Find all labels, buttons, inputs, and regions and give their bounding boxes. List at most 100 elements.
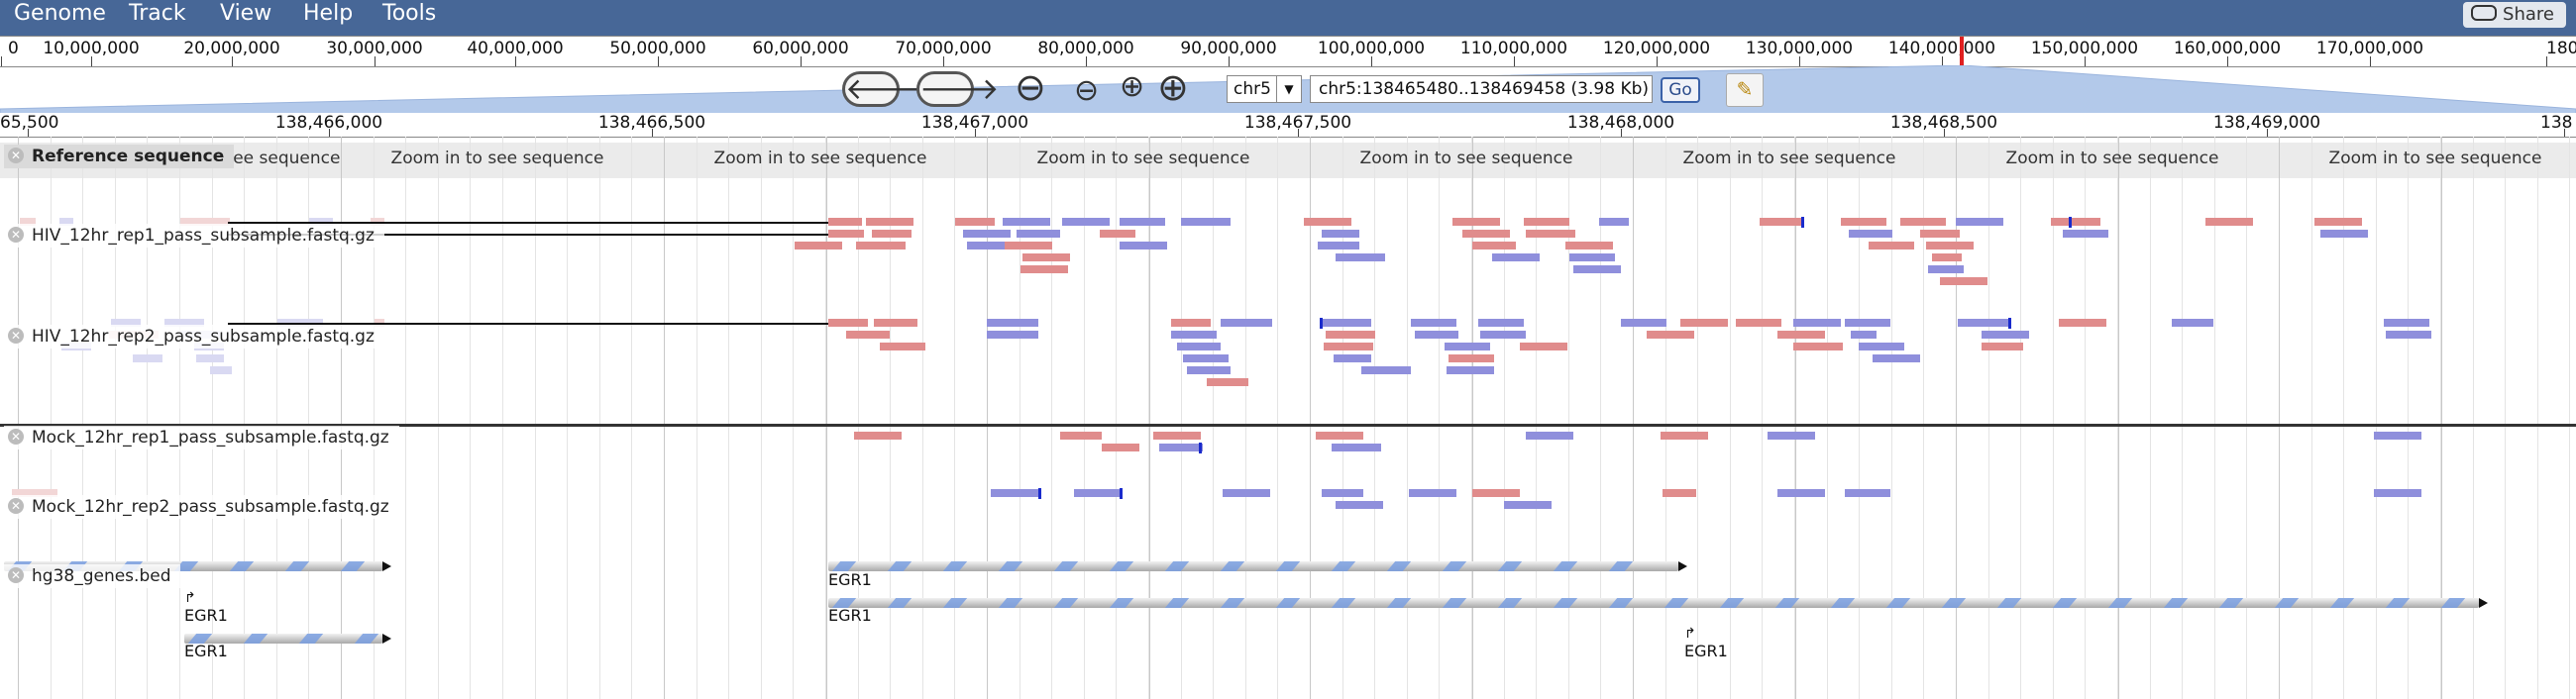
read-alignment[interactable]	[1869, 242, 1914, 250]
read-alignment[interactable]	[1332, 444, 1381, 451]
read-alignment[interactable]	[1793, 343, 1843, 350]
track-area[interactable]: Zoom in to see sequence Zoom in to see se…	[0, 137, 2576, 699]
menu-help[interactable]: Help	[303, 0, 353, 36]
read-alignment[interactable]	[1940, 277, 1987, 285]
track-label-mock-rep1[interactable]: ✕ Mock_12hr_rep1_pass_subsample.fastq.gz	[4, 426, 399, 449]
read-alignment[interactable]	[1415, 331, 1458, 339]
read-alignment[interactable]	[1322, 489, 1363, 497]
read-alignment[interactable]	[1020, 265, 1068, 273]
track-label-genes[interactable]: ✕ hg38_genes.bed	[4, 564, 181, 588]
read-alignment[interactable]	[1177, 343, 1221, 350]
close-icon[interactable]: ✕	[8, 148, 24, 163]
read-alignment[interactable]	[828, 230, 864, 238]
read-alignment[interactable]	[1736, 319, 1781, 327]
read-alignment[interactable]	[1573, 265, 1621, 273]
detail-ruler[interactable]: 65,500 138,466,000 138,466,500 138,467,000 1…	[0, 113, 2576, 138]
read-alignment[interactable]	[1452, 218, 1500, 226]
read-alignment[interactable]	[1520, 343, 1567, 350]
read-alignment[interactable]	[1492, 253, 1540, 261]
read-alignment[interactable]	[1480, 331, 1526, 339]
read-alignment[interactable]	[1324, 343, 1373, 350]
read-alignment[interactable]	[1851, 331, 1877, 339]
insertion-marker[interactable]	[1801, 217, 1804, 228]
read-alignment[interactable]	[1159, 444, 1203, 451]
overview-ruler[interactable]: 0 10,000,000 20,000,000 30,000,000 40,000,00…	[0, 36, 2576, 67]
read-alignment[interactable]	[1449, 354, 1494, 362]
read-alignment[interactable]	[1336, 253, 1385, 261]
read-alignment[interactable]	[1920, 230, 1960, 238]
read-alignment[interactable]	[1120, 218, 1165, 226]
read-alignment[interactable]	[2314, 218, 2362, 226]
read-alignment[interactable]	[1926, 242, 1974, 250]
read-alignment[interactable]	[1074, 489, 1122, 497]
read-alignment[interactable]	[987, 331, 1038, 339]
read-alignment[interactable]	[1849, 230, 1892, 238]
zoom-in-big-icon[interactable]: ⊕	[1157, 68, 1189, 106]
close-icon[interactable]: ✕	[8, 227, 24, 243]
overview-position-marker[interactable]	[1960, 37, 1964, 66]
insertion-marker[interactable]	[1199, 443, 1202, 453]
read-alignment[interactable]	[1221, 319, 1272, 327]
read-alignment[interactable]	[2384, 319, 2429, 327]
read-alignment[interactable]	[2374, 432, 2421, 440]
read-alignment[interactable]	[210, 366, 232, 374]
read-alignment[interactable]	[2320, 230, 2368, 238]
read-alignment[interactable]	[1932, 253, 1962, 261]
menu-track[interactable]: Track	[129, 0, 186, 36]
insertion-marker[interactable]	[2069, 217, 2072, 228]
zoom-out-small-icon[interactable]: ⊖	[1074, 73, 1099, 109]
read-alignment[interactable]	[1956, 218, 2003, 226]
read-alignment[interactable]	[1334, 354, 1371, 362]
read-alignment[interactable]	[1599, 218, 1629, 226]
read-alignment[interactable]	[1958, 319, 2009, 327]
read-alignment[interactable]	[1318, 242, 1359, 250]
reference-sequence-label[interactable]: ✕ Reference sequence	[4, 145, 235, 168]
track-label-hiv-rep2[interactable]: ✕ HIV_12hr_rep2_pass_subsample.fastq.gz	[4, 325, 384, 349]
read-alignment[interactable]	[1777, 489, 1825, 497]
read-alignment[interactable]	[1005, 242, 1052, 250]
read-alignment[interactable]	[1171, 319, 1211, 327]
read-alignment[interactable]	[2063, 230, 2108, 238]
read-alignment[interactable]	[1445, 343, 1490, 350]
read-alignment[interactable]	[1181, 218, 1231, 226]
read-alignment[interactable]	[828, 218, 862, 226]
read-alignment[interactable]	[1900, 218, 1946, 226]
read-alignment[interactable]	[2172, 319, 2213, 327]
read-alignment[interactable]	[987, 319, 1038, 327]
read-alignment[interactable]	[1336, 501, 1383, 509]
read-alignment[interactable]	[1873, 354, 1920, 362]
read-alignment[interactable]	[196, 354, 224, 362]
read-alignment[interactable]	[854, 432, 902, 440]
insertion-marker[interactable]	[1120, 488, 1123, 499]
read-alignment[interactable]	[991, 489, 1038, 497]
read-alignment[interactable]	[1982, 331, 2029, 339]
read-alignment[interactable]	[1120, 242, 1167, 250]
zoom-out-big-icon[interactable]: ⊖	[1015, 68, 1046, 106]
read-alignment[interactable]	[1680, 319, 1728, 327]
insertion-marker[interactable]	[1038, 488, 1041, 499]
read-alignment[interactable]	[1304, 218, 1351, 226]
read-alignment[interactable]	[880, 343, 925, 350]
close-icon[interactable]: ✕	[8, 567, 24, 583]
read-alignment[interactable]	[1768, 432, 1815, 440]
read-alignment[interactable]	[1171, 331, 1217, 339]
read-alignment[interactable]	[2059, 319, 2106, 327]
read-alignment[interactable]	[1022, 253, 1070, 261]
read-alignment[interactable]	[1187, 366, 1231, 374]
read-alignment[interactable]	[1663, 489, 1696, 497]
read-alignment[interactable]	[955, 218, 995, 226]
read-alignment[interactable]	[1322, 230, 1359, 238]
read-alignment[interactable]	[872, 230, 912, 238]
read-alignment[interactable]	[2205, 218, 2253, 226]
read-alignment[interactable]	[1526, 432, 1573, 440]
close-icon[interactable]: ✕	[8, 498, 24, 514]
read-alignment[interactable]	[2374, 489, 2421, 497]
read-alignment[interactable]	[1102, 444, 1139, 451]
read-alignment[interactable]	[1478, 319, 1524, 327]
read-alignment[interactable]	[1793, 319, 1841, 327]
pan-left-button[interactable]: 🡐	[842, 71, 924, 107]
insertion-marker[interactable]	[2008, 318, 2011, 329]
read-alignment[interactable]	[1841, 218, 1886, 226]
track-label-hiv-rep1[interactable]: ✕ HIV_12hr_rep1_pass_subsample.fastq.gz	[4, 224, 384, 248]
go-button[interactable]: Go	[1661, 77, 1700, 103]
